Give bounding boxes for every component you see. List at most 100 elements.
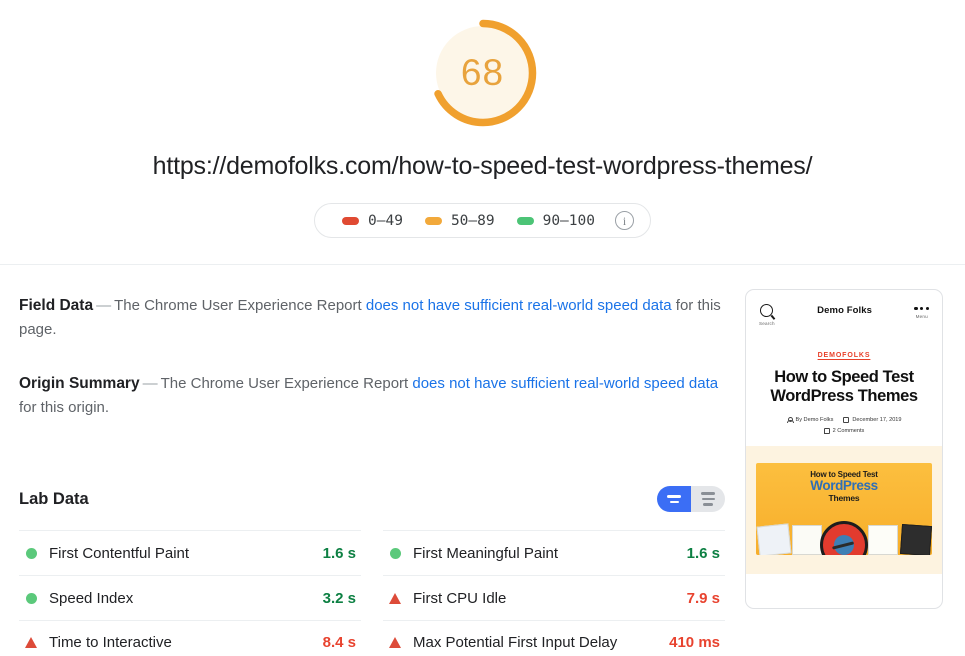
lab-metrics-column-right: First Meaningful Paint 1.6 s First CPU Idl… (383, 530, 725, 656)
gauge-score-value: 68 (460, 52, 505, 93)
metric-value: 8.4 s (322, 634, 356, 651)
green-circle-icon (26, 592, 37, 604)
speedometer-needle (832, 541, 854, 550)
green-circle-icon (390, 547, 401, 559)
metric-row[interactable]: Max Potential First Input Delay 410 ms (383, 620, 725, 656)
thumb-title-line-1: How to Speed Test (774, 368, 914, 386)
menu-dot (914, 307, 918, 311)
origin-summary-paragraph: Origin Summary — The Chrome User Experienc… (19, 372, 725, 420)
thumb-search-label: Search (759, 321, 775, 326)
metric-label: Time to Interactive (49, 634, 172, 651)
thumb-date-text: December 17, 2019 (852, 417, 902, 423)
thumb-date: December 17, 2019 (843, 417, 902, 423)
legend-pill-orange (424, 216, 442, 225)
metric-status-fail (19, 637, 49, 648)
hero-decor-sheet (868, 525, 898, 555)
person-icon (786, 417, 794, 423)
hero-line-3: Themes (828, 493, 860, 503)
metric-label: First Meaningful Paint (413, 544, 559, 562)
lab-metrics: First Contentful Paint 1.6 s Speed Index 3.… (19, 530, 725, 656)
report-header: 68 https://demofolks.com/how-to-speed-te… (0, 0, 965, 265)
metric-status-pass (19, 547, 49, 559)
legend-label-orange: 50–89 (450, 212, 495, 229)
hero-line-2: WordPress (810, 478, 878, 493)
legend-item-green: 90–100 (506, 213, 606, 229)
info-icon[interactable]: i (614, 211, 634, 230)
metric-row[interactable]: Speed Index 3.2 s (19, 575, 361, 620)
comment-bubble-icon (823, 428, 830, 434)
metric-status-fail (383, 637, 413, 648)
thumb-site-title: Demo Folks (817, 305, 873, 316)
origin-summary-text-after: for this origin. (19, 399, 110, 416)
metric-status-pass (383, 547, 413, 559)
menu-dots-icon (914, 307, 929, 311)
thumb-comments: 2 Comments (746, 428, 942, 434)
field-data-dash: — (96, 297, 112, 314)
calendar-icon (843, 417, 850, 423)
origin-summary-text-before: The Chrome User Experience Report (160, 375, 413, 392)
compact-bar-1 (667, 494, 681, 498)
origin-summary-dash: — (142, 375, 158, 392)
field-data-link[interactable]: does not have sufficient real-world spee… (366, 297, 672, 314)
metric-row[interactable]: First Contentful Paint 1.6 s (19, 530, 361, 575)
page-url: https://demofolks.com/how-to-speed-test-… (152, 152, 813, 180)
search-icon (760, 304, 774, 317)
thumb-article-meta: By Demo Folks December 17, 2019 (746, 417, 942, 423)
field-data-text-before: The Chrome User Experience Report (114, 297, 366, 314)
metric-status-fail (383, 592, 413, 604)
thumb-menu: Menu (914, 304, 929, 319)
thumb-site-header: Search Demo Folks Menu (746, 290, 942, 326)
lab-data-header: Lab Data (19, 485, 725, 513)
detailed-bar-1 (701, 492, 715, 495)
thumb-menu-label: Menu (915, 314, 928, 320)
speedometer-icon (820, 521, 868, 555)
hero-banner: How to Speed Test WordPress Themes (756, 463, 932, 555)
metric-label: Speed Index (49, 589, 134, 607)
lab-data-title: Lab Data (19, 489, 89, 508)
hero-decor-sheet (756, 523, 792, 555)
metric-value: 3.2 s (322, 589, 356, 607)
legend-item-orange: 50–89 (414, 213, 506, 229)
report-main-column: Field Data — The Chrome User Experience Re… (0, 265, 745, 656)
detailed-bar-3 (703, 503, 713, 506)
page-screenshot-thumbnail[interactable]: Search Demo Folks Menu DEMOFOLKS How to … (745, 289, 943, 609)
metric-label: First Contentful Paint (49, 544, 190, 562)
legend-pill-red (342, 216, 360, 225)
detailed-bar-2 (701, 497, 715, 501)
red-triangle-icon (389, 637, 401, 648)
thumb-search: Search (759, 304, 775, 326)
metric-row[interactable]: First CPU Idle 7.9 s (383, 575, 725, 620)
view-detailed-button[interactable] (691, 486, 725, 512)
hero-decor-sheet (899, 523, 932, 555)
performance-gauge: 68 (424, 14, 542, 132)
report-body: Field Data — The Chrome User Experience Re… (0, 265, 965, 656)
metric-status-pass (19, 592, 49, 604)
menu-dot (925, 307, 929, 311)
metric-label: Max Potential First Input Delay (413, 634, 618, 651)
legend-item-red: 0–49 (331, 213, 414, 229)
view-compact-button[interactable] (657, 486, 691, 512)
field-data-title: Field Data (19, 297, 94, 314)
thumb-category-kicker: DEMOFOLKS (817, 352, 871, 359)
green-circle-icon (26, 547, 37, 559)
score-legend[interactable]: 0–49 50–89 90–100 i (314, 203, 651, 238)
thumb-author: By Demo Folks (786, 417, 833, 423)
thumb-article-title: How to Speed Test WordPress Themes (746, 368, 942, 406)
metric-row[interactable]: First Meaningful Paint 1.6 s (383, 530, 725, 575)
metric-value: 7.9 s (686, 589, 720, 607)
metric-value: 410 ms (669, 634, 720, 651)
thumb-featured-image: How to Speed Test WordPress Themes (746, 446, 942, 574)
origin-summary-link[interactable]: does not have sufficient real-world spee… (412, 375, 718, 392)
metric-row[interactable]: Time to Interactive 8.4 s (19, 620, 361, 656)
thumb-author-text: By Demo Folks (795, 417, 834, 423)
legend-pill-green (516, 216, 534, 225)
thumb-comments-text: 2 Comments (832, 428, 865, 434)
compact-bar-2 (669, 500, 679, 504)
red-triangle-icon (25, 637, 37, 648)
lab-metrics-column-left: First Contentful Paint 1.6 s Speed Index 3.… (19, 530, 361, 656)
legend-label-green: 90–100 (542, 212, 595, 229)
metric-value: 1.6 s (322, 544, 356, 562)
page-preview-column: Search Demo Folks Menu DEMOFOLKS How to … (745, 265, 965, 656)
lab-data-view-toggle[interactable] (657, 486, 725, 512)
metric-label: First CPU Idle (413, 589, 507, 607)
